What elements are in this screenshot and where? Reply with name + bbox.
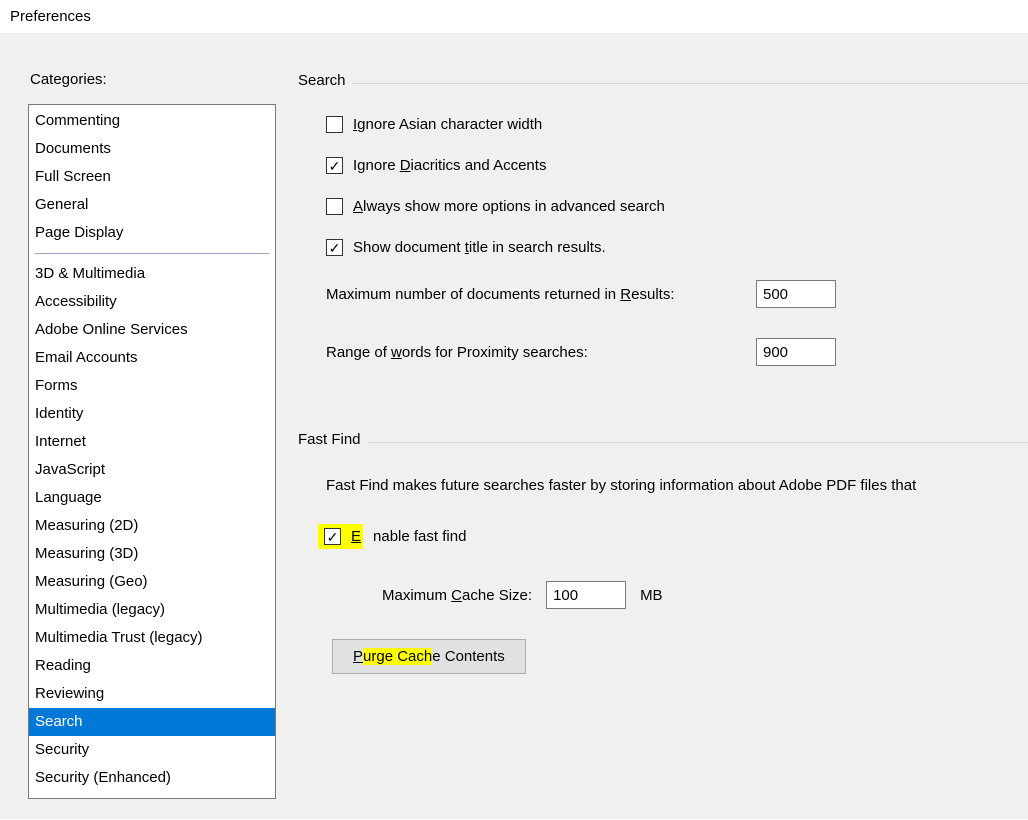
always-show-row: Always show more options in advanced sea… xyxy=(326,198,1028,215)
proximity-input[interactable] xyxy=(756,338,836,366)
category-language[interactable]: Language xyxy=(29,484,275,512)
category-3d-multimedia[interactable]: 3D & Multimedia xyxy=(29,260,275,288)
window-title: Preferences xyxy=(0,0,1028,33)
show-title-row: Show document title in search results. xyxy=(326,239,1028,256)
category-reading[interactable]: Reading xyxy=(29,652,275,680)
category-commenting[interactable]: Commenting xyxy=(29,107,275,135)
category-multimedia-legacy[interactable]: Multimedia (legacy) xyxy=(29,596,275,624)
category-reviewing[interactable]: Reviewing xyxy=(29,680,275,708)
search-group-title: Search xyxy=(298,72,352,89)
max-docs-row: Maximum number of documents returned in … xyxy=(326,280,1028,308)
category-internet[interactable]: Internet xyxy=(29,428,275,456)
proximity-row: Range of words for Proximity searches: xyxy=(326,338,1028,366)
cache-size-label: Maximum Cache Size: xyxy=(382,587,532,604)
ignore-diacritics-label[interactable]: Ignore Diacritics and Accents xyxy=(353,157,546,174)
category-identity[interactable]: Identity xyxy=(29,400,275,428)
ignore-asian-checkbox[interactable] xyxy=(326,116,343,133)
search-group: Search Ignore Asian character width Igno… xyxy=(298,83,1028,406)
settings-panel: Search Ignore Asian character width Igno… xyxy=(298,53,1028,819)
purge-cache-button[interactable]: Purge Cache Contents xyxy=(332,639,526,674)
category-forms[interactable]: Forms xyxy=(29,372,275,400)
enable-fast-find-highlight: E xyxy=(318,524,363,549)
category-search[interactable]: Search xyxy=(29,708,275,736)
cache-size-input[interactable] xyxy=(546,581,626,609)
category-full-screen[interactable]: Full Screen xyxy=(29,163,275,191)
categories-listbox[interactable]: Commenting Documents Full Screen General… xyxy=(28,104,276,799)
category-page-display[interactable]: Page Display xyxy=(29,219,275,247)
ignore-asian-label[interactable]: Ignore Asian character width xyxy=(353,116,542,133)
cache-size-unit: MB xyxy=(640,587,663,604)
show-title-label[interactable]: Show document title in search results. xyxy=(353,239,606,256)
dialog-body: Categories: Commenting Documents Full Sc… xyxy=(0,33,1028,819)
always-show-checkbox[interactable] xyxy=(326,198,343,215)
max-docs-input[interactable] xyxy=(756,280,836,308)
enable-fast-find-checkbox[interactable] xyxy=(324,528,341,545)
ignore-diacritics-row: Ignore Diacritics and Accents xyxy=(326,157,1028,174)
category-javascript[interactable]: JavaScript xyxy=(29,456,275,484)
category-accessibility[interactable]: Accessibility xyxy=(29,288,275,316)
enable-fast-find-label-part1[interactable]: E xyxy=(351,528,361,545)
categories-column: Categories: Commenting Documents Full Sc… xyxy=(28,53,276,819)
category-measuring-geo[interactable]: Measuring (Geo) xyxy=(29,568,275,596)
enable-fast-find-row: E nable fast find xyxy=(318,524,1028,549)
cache-size-row: Maximum Cache Size: MB xyxy=(382,581,1028,609)
category-security-enhanced[interactable]: Security (Enhanced) xyxy=(29,764,275,792)
category-documents[interactable]: Documents xyxy=(29,135,275,163)
category-adobe-online-services[interactable]: Adobe Online Services xyxy=(29,316,275,344)
category-email-accounts[interactable]: Email Accounts xyxy=(29,344,275,372)
ignore-diacritics-checkbox[interactable] xyxy=(326,157,343,174)
proximity-label: Range of words for Proximity searches: xyxy=(326,344,756,361)
max-docs-label: Maximum number of documents returned in … xyxy=(326,286,756,303)
category-separator xyxy=(35,253,269,254)
fast-find-group-title: Fast Find xyxy=(298,431,367,448)
fast-find-description: Fast Find makes future searches faster b… xyxy=(326,477,1028,494)
category-measuring-3d[interactable]: Measuring (3D) xyxy=(29,540,275,568)
ignore-asian-row: Ignore Asian character width xyxy=(326,116,1028,133)
category-general[interactable]: General xyxy=(29,191,275,219)
category-security[interactable]: Security xyxy=(29,736,275,764)
categories-label: Categories: xyxy=(30,71,276,88)
fast-find-group: Fast Find Fast Find makes future searche… xyxy=(298,442,1028,704)
always-show-label[interactable]: Always show more options in advanced sea… xyxy=(353,198,665,215)
show-title-checkbox[interactable] xyxy=(326,239,343,256)
category-multimedia-trust-legacy[interactable]: Multimedia Trust (legacy) xyxy=(29,624,275,652)
category-measuring-2d[interactable]: Measuring (2D) xyxy=(29,512,275,540)
enable-fast-find-label-part2[interactable]: nable fast find xyxy=(373,528,466,545)
